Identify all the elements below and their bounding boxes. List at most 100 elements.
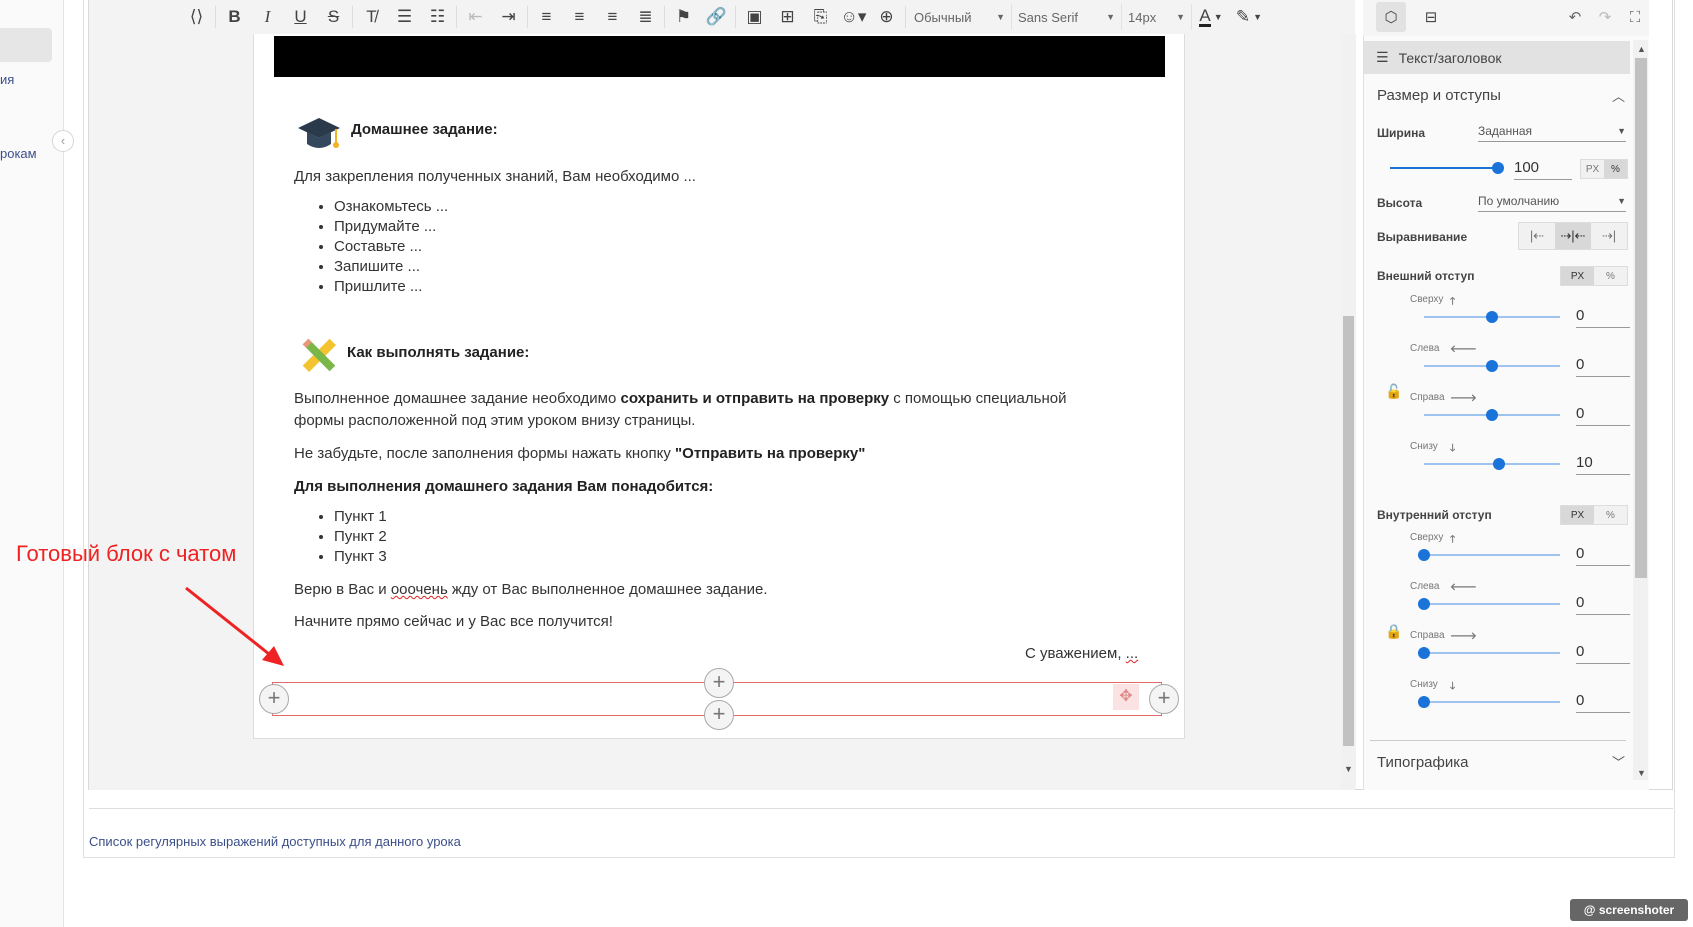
- padding-unit-toggle[interactable]: PX %: [1560, 505, 1628, 525]
- padding-slider-thumb[interactable]: [1418, 549, 1430, 561]
- toolbar-divider: [456, 6, 457, 28]
- outdent-icon[interactable]: ⇤: [459, 1, 492, 33]
- lock-icon[interactable]: 🔒: [1385, 623, 1402, 640]
- canvas-scrollbar-thumb[interactable]: [1343, 316, 1354, 746]
- list-item: Ознакомьтесь ...: [334, 197, 676, 217]
- size-select[interactable]: 14px ▼: [1122, 4, 1192, 30]
- code-view-icon[interactable]: ⟨⟩: [180, 1, 213, 33]
- chevron-left-icon[interactable]: ‹: [52, 130, 74, 152]
- margin-side-label: Справа: [1410, 392, 1445, 403]
- indent-icon[interactable]: ⇥: [492, 1, 525, 33]
- padding-slider-track[interactable]: [1424, 554, 1560, 556]
- emoji-icon[interactable]: ☺▾: [837, 1, 870, 33]
- image-icon[interactable]: ▣: [738, 1, 771, 33]
- width-slider-track[interactable]: [1390, 167, 1498, 169]
- add-block-right-button[interactable]: +: [1149, 684, 1179, 714]
- unit-px-option[interactable]: PX: [1581, 160, 1604, 178]
- margin-value-input[interactable]: 0: [1576, 304, 1630, 328]
- width-mode-select[interactable]: Заданная ▼: [1478, 120, 1626, 142]
- table-icon[interactable]: ⊞: [771, 1, 804, 33]
- align-right-icon[interactable]: ≡: [596, 1, 629, 33]
- redo-icon[interactable]: ↷: [1590, 2, 1620, 32]
- italic-icon[interactable]: I: [251, 1, 284, 33]
- fullscreen-icon[interactable]: ⛶: [1620, 2, 1650, 32]
- chevron-up-icon[interactable]: ︿: [1612, 86, 1625, 105]
- annotation-arrow: [185, 586, 284, 666]
- margin-value-input[interactable]: 0: [1576, 402, 1630, 426]
- unit-px-option[interactable]: PX: [1561, 267, 1594, 285]
- padding-value-input[interactable]: 0: [1576, 640, 1630, 664]
- settings-scrollbar-thumb[interactable]: [1635, 58, 1647, 578]
- link-icon[interactable]: 🔗: [700, 1, 733, 33]
- padding-value-input[interactable]: 0: [1576, 542, 1630, 566]
- padding-value-input[interactable]: 0: [1576, 689, 1630, 713]
- margin-unit-toggle[interactable]: PX %: [1560, 266, 1628, 286]
- margin-value-input[interactable]: 10: [1576, 451, 1630, 475]
- align-toggle[interactable]: |⇠ ⇢|⇠ ⇢|: [1518, 222, 1628, 250]
- width-slider-thumb[interactable]: [1492, 162, 1504, 174]
- align-right-option-icon[interactable]: ⇢|: [1591, 223, 1627, 249]
- padding-slider-track[interactable]: [1424, 652, 1560, 654]
- margin-value-input[interactable]: 0: [1576, 353, 1630, 377]
- add-block-above-button[interactable]: +: [704, 668, 734, 698]
- sidebar-item-label[interactable]: рокам: [0, 146, 37, 161]
- scroll-up-icon[interactable]: ▲: [1637, 44, 1646, 54]
- margin-slider-thumb[interactable]: [1492, 458, 1505, 470]
- undo-icon[interactable]: ↶: [1560, 2, 1590, 32]
- spellcheck-word[interactable]: ...: [1126, 645, 1139, 662]
- padding-slider-thumb[interactable]: [1418, 598, 1430, 610]
- height-mode-select[interactable]: По умолчанию ▼: [1478, 190, 1626, 212]
- spellcheck-word[interactable]: ооочень: [391, 581, 448, 598]
- paragraph: Выполненное домашнее задание необходимо …: [294, 389, 1154, 409]
- unit-px-option[interactable]: PX: [1561, 506, 1594, 524]
- sidebar-item-label[interactable]: ия: [0, 72, 14, 87]
- text-color-icon[interactable]: A ▼: [1192, 1, 1230, 33]
- editor-toolbar: ⟨⟩ B I U S T̸ ☰ ☷ ⇤ ⇥ ≡ ≡ ≡ ≣ ⚑ 🔗 ▣ ⊞ ⎘ …: [180, 0, 1268, 34]
- add-block-below-button[interactable]: +: [704, 700, 734, 730]
- padding-slider-track[interactable]: [1424, 701, 1560, 703]
- justify-icon[interactable]: ≣: [629, 1, 662, 33]
- structure-tab-icon[interactable]: ⊟: [1416, 2, 1446, 32]
- style-select[interactable]: Обычный ▼: [908, 4, 1012, 30]
- flag-add-icon[interactable]: ⚑: [667, 1, 700, 33]
- font-select[interactable]: Sans Serif ▼: [1012, 4, 1122, 30]
- unit-percent-option[interactable]: %: [1604, 160, 1627, 178]
- width-input[interactable]: 100: [1514, 156, 1572, 180]
- chevron-down-icon[interactable]: ﹀: [1612, 752, 1625, 771]
- block-settings-tab-icon[interactable]: ⬡: [1376, 2, 1406, 32]
- align-center-option-icon[interactable]: ⇢|⇠: [1555, 223, 1591, 249]
- file-icon[interactable]: ⎘: [804, 1, 837, 33]
- text-run: С уважением,: [1025, 645, 1126, 662]
- align-center-icon[interactable]: ≡: [563, 1, 596, 33]
- padding-slider-thumb[interactable]: [1418, 647, 1430, 659]
- add-block-left-button[interactable]: +: [259, 684, 289, 714]
- align-left-option-icon[interactable]: |⇠: [1519, 223, 1555, 249]
- width-unit-toggle[interactable]: PX %: [1580, 159, 1628, 179]
- bold-icon[interactable]: B: [218, 1, 251, 33]
- sidebar-item-active[interactable]: [0, 28, 52, 62]
- align-left-icon[interactable]: ≡: [530, 1, 563, 33]
- padding-slider-thumb[interactable]: [1418, 696, 1430, 708]
- unit-percent-option[interactable]: %: [1594, 267, 1627, 285]
- section-title[interactable]: Типографика: [1377, 754, 1468, 771]
- caret-down-icon: ▼: [1106, 12, 1115, 22]
- margin-slider-thumb[interactable]: [1486, 311, 1498, 323]
- highlight-icon[interactable]: ✎ ▼: [1230, 1, 1268, 33]
- scroll-down-icon[interactable]: ▼: [1344, 764, 1353, 774]
- move-handle-icon[interactable]: ✥: [1113, 684, 1139, 710]
- globe-icon[interactable]: ⊕: [870, 1, 903, 33]
- unit-percent-option[interactable]: %: [1594, 506, 1627, 524]
- clear-format-icon[interactable]: T̸: [355, 1, 388, 33]
- unlock-icon[interactable]: 🔓: [1385, 383, 1402, 400]
- section-title[interactable]: Размер и отступы: [1377, 87, 1501, 104]
- underline-icon[interactable]: U: [284, 1, 317, 33]
- margin-slider-thumb[interactable]: [1486, 409, 1498, 421]
- scroll-down-icon[interactable]: ▼: [1637, 768, 1646, 778]
- bullet-list-icon[interactable]: ☷: [421, 1, 454, 33]
- ordered-list-icon[interactable]: ☰: [388, 1, 421, 33]
- regex-list-link[interactable]: Список регулярных выражений доступных дл…: [89, 834, 461, 849]
- margin-slider-thumb[interactable]: [1486, 360, 1498, 372]
- padding-slider-track[interactable]: [1424, 603, 1560, 605]
- padding-value-input[interactable]: 0: [1576, 591, 1630, 615]
- strikethrough-icon[interactable]: S: [317, 1, 350, 33]
